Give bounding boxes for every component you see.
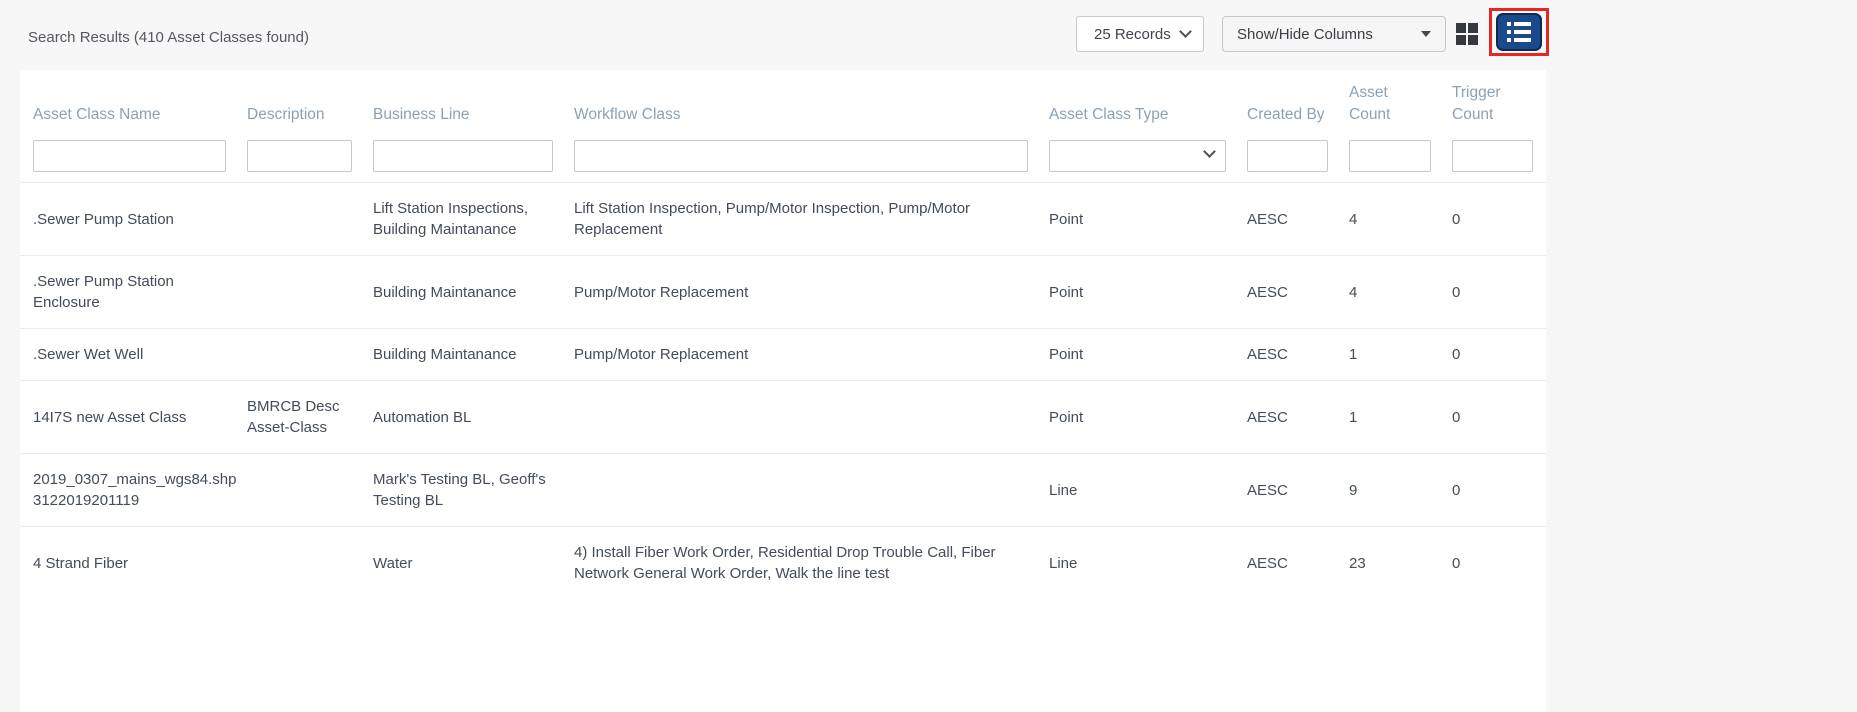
cell-business-line: Lift Station Inspections, Building Maint… [373, 198, 553, 240]
cell-asset-class-type: Point [1049, 407, 1226, 428]
column-header-trigger-count: Trigger Count [1452, 82, 1533, 126]
filter-asset-class-type-select-wrap [1049, 140, 1226, 172]
show-hide-columns-label: Show/Hide Columns [1237, 26, 1373, 43]
cell-asset-class-name: .Sewer Pump Station [33, 209, 226, 230]
column-header-description: Description [247, 104, 352, 126]
cell-created-by: AESC [1247, 344, 1328, 365]
cell-asset-class-type: Line [1049, 553, 1226, 574]
search-results-panel: Asset Class Name Description Business Li… [20, 70, 1546, 712]
cell-asset-count: 23 [1349, 553, 1431, 574]
table-row[interactable]: 2019_0307_mains_wgs84.shp 3122019201119 … [20, 453, 1546, 526]
table-row[interactable]: .Sewer Wet Well Building Maintanance Pum… [20, 328, 1546, 380]
table-row[interactable]: .Sewer Pump Station Lift Station Inspect… [20, 182, 1546, 255]
cell-asset-class-name: 4 Strand Fiber [33, 553, 226, 574]
cell-trigger-count: 0 [1452, 480, 1533, 501]
filter-workflow-class-input[interactable] [574, 140, 1028, 172]
table-row[interactable]: .Sewer Pump Station Enclosure Building M… [20, 255, 1546, 328]
caret-down-icon [1421, 31, 1431, 37]
cell-asset-class-type: Point [1049, 344, 1226, 365]
table-filter-row [20, 140, 1546, 182]
filter-trigger-count-input[interactable] [1452, 140, 1533, 172]
cell-asset-class-name: 14I7S new Asset Class [33, 407, 226, 428]
cell-business-line: Building Maintanance [373, 344, 553, 365]
cell-workflow-class: Pump/Motor Replacement [574, 282, 1028, 303]
annotation-highlight-box [1489, 8, 1549, 56]
table-row[interactable]: 4 Strand Fiber Water 4) Install Fiber Wo… [20, 526, 1546, 599]
cell-asset-class-type: Point [1049, 209, 1226, 230]
cell-workflow-class: Lift Station Inspection, Pump/Motor Insp… [574, 198, 1028, 240]
cell-business-line: Building Maintanance [373, 282, 553, 303]
cell-workflow-class: Pump/Motor Replacement [574, 344, 1028, 365]
page-title: Search Results (410 Asset Classes found) [28, 29, 309, 46]
list-view-button[interactable] [1496, 13, 1542, 51]
cell-business-line: Water [373, 553, 553, 574]
cell-description: BMRCB Desc Asset-Class [247, 396, 352, 438]
cell-asset-class-name: .Sewer Pump Station Enclosure [33, 271, 226, 313]
column-header-business-line: Business Line [373, 104, 553, 126]
show-hide-columns-button[interactable]: Show/Hide Columns [1222, 16, 1446, 52]
records-per-page-value: 25 Records [1094, 26, 1171, 43]
cell-asset-count: 1 [1349, 407, 1431, 428]
column-header-workflow-class: Workflow Class [574, 104, 1028, 126]
cell-trigger-count: 0 [1452, 344, 1533, 365]
cell-workflow-class: 4) Install Fiber Work Order, Residential… [574, 542, 1028, 584]
filter-description-input[interactable] [247, 140, 352, 172]
grid-view-button[interactable] [1454, 21, 1480, 47]
filter-created-by-input[interactable] [1247, 140, 1328, 172]
records-per-page-select[interactable]: 25 Records [1076, 16, 1204, 52]
cell-created-by: AESC [1247, 480, 1328, 501]
filter-asset-class-type-select[interactable] [1049, 140, 1226, 172]
column-header-asset-class-type: Asset Class Type [1049, 104, 1226, 126]
column-header-asset-count: Asset Count [1349, 82, 1431, 126]
cell-created-by: AESC [1247, 407, 1328, 428]
filter-asset-count-input[interactable] [1349, 140, 1431, 172]
cell-created-by: AESC [1247, 553, 1328, 574]
cell-asset-class-name: 2019_0307_mains_wgs84.shp 3122019201119 [33, 469, 226, 511]
table-row[interactable]: 14I7S new Asset Class BMRCB Desc Asset-C… [20, 380, 1546, 453]
cell-asset-count: 4 [1349, 209, 1431, 230]
filter-business-line-input[interactable] [373, 140, 553, 172]
cell-asset-class-type: Point [1049, 282, 1226, 303]
cell-business-line: Automation BL [373, 407, 553, 428]
cell-trigger-count: 0 [1452, 282, 1533, 303]
filter-asset-class-name-input[interactable] [33, 140, 226, 172]
cell-business-line: Mark's Testing BL, Geoff's Testing BL [373, 469, 553, 511]
column-header-created-by: Created By [1247, 104, 1328, 126]
list-view-icon [1507, 22, 1531, 42]
chevron-down-icon [1179, 25, 1192, 38]
cell-asset-count: 4 [1349, 282, 1431, 303]
grid-view-icon [1456, 23, 1478, 45]
cell-asset-class-name: .Sewer Wet Well [33, 344, 226, 365]
top-toolbar: Search Results (410 Asset Classes found)… [0, 0, 1857, 70]
cell-asset-count: 1 [1349, 344, 1431, 365]
cell-asset-count: 9 [1349, 480, 1431, 501]
cell-created-by: AESC [1247, 209, 1328, 230]
cell-trigger-count: 0 [1452, 407, 1533, 428]
table-body: .Sewer Pump Station Lift Station Inspect… [20, 182, 1546, 599]
column-header-asset-class-name: Asset Class Name [33, 104, 226, 126]
table-header-row: Asset Class Name Description Business Li… [20, 70, 1546, 126]
cell-asset-class-type: Line [1049, 480, 1226, 501]
cell-created-by: AESC [1247, 282, 1328, 303]
cell-trigger-count: 0 [1452, 553, 1533, 574]
cell-trigger-count: 0 [1452, 209, 1533, 230]
